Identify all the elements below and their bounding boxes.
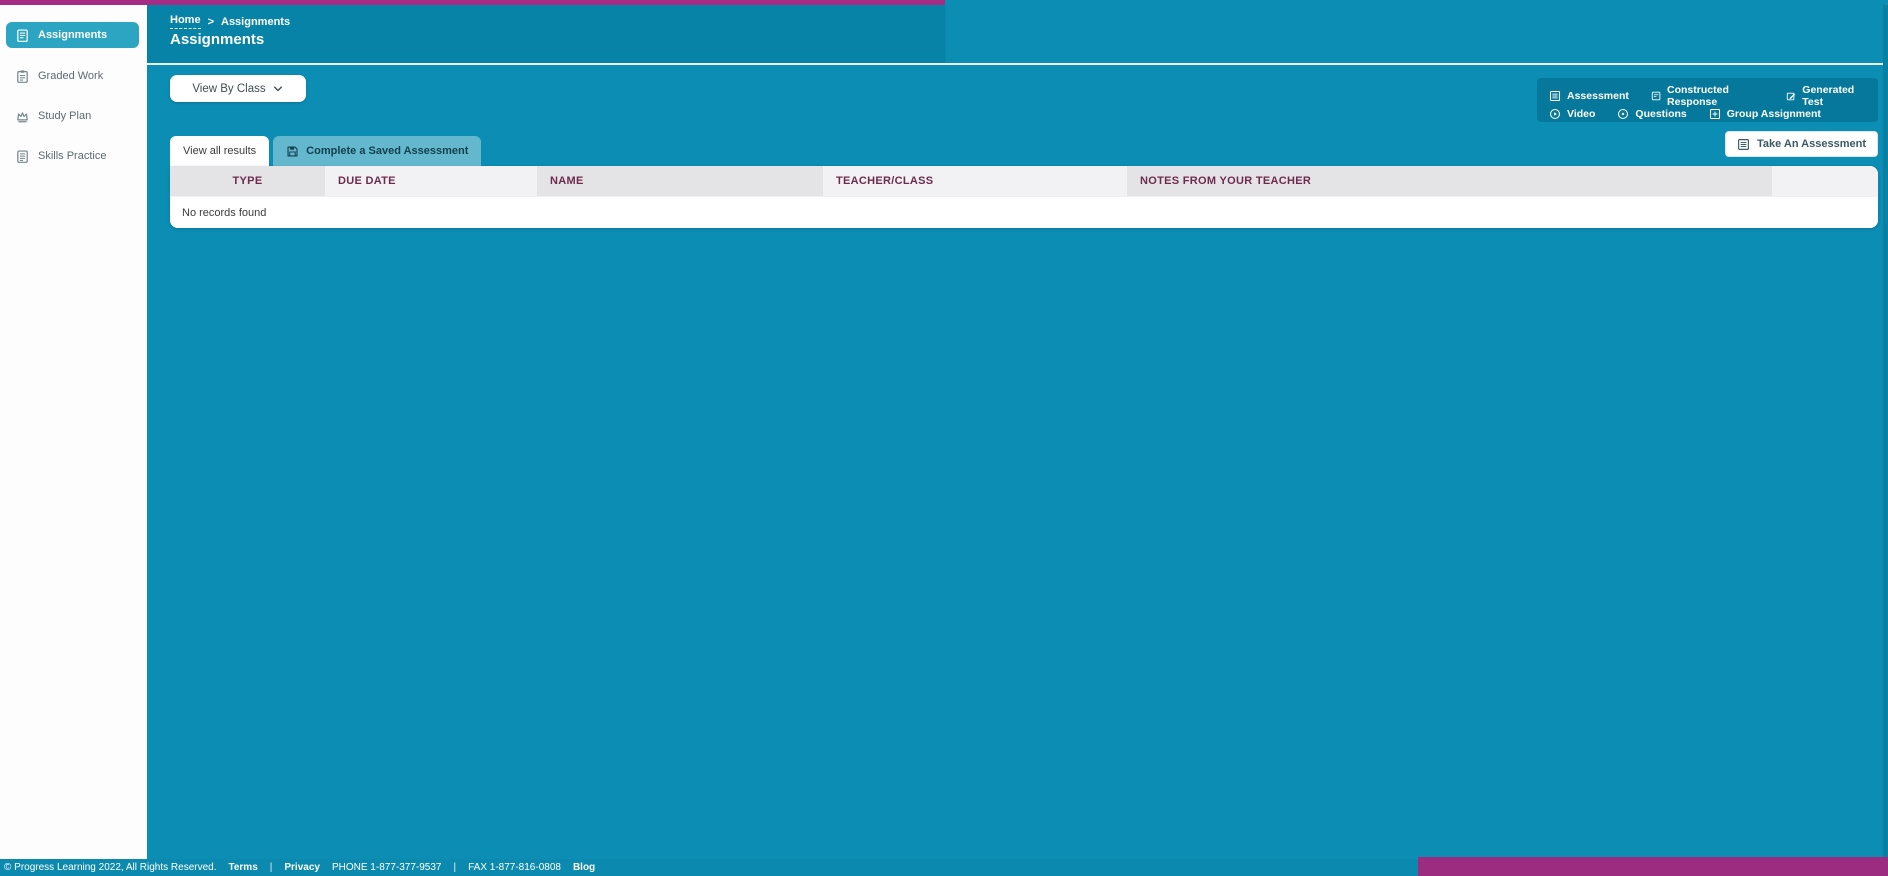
- bottom-accent-bar: [1418, 857, 1888, 876]
- skills-practice-icon: [15, 149, 30, 164]
- tab-label: Complete a Saved Assessment: [306, 145, 469, 157]
- legend-label: Constructed Response: [1667, 84, 1729, 108]
- top-accent-bar: [0, 0, 945, 5]
- main-content: Home > Assignments Assignments View By C…: [147, 5, 1888, 859]
- legend-label: Group Assignment: [1726, 108, 1821, 120]
- legend-item-questions: Questions: [1617, 108, 1687, 120]
- save-icon: [286, 145, 299, 158]
- breadcrumb-separator: >: [207, 15, 214, 28]
- footer-separator: |: [453, 862, 457, 873]
- assignments-icon: [15, 28, 30, 43]
- video-icon: [1549, 108, 1561, 120]
- sidebar: Assignments Graded Work Study Plan Skill…: [0, 5, 147, 859]
- view-by-class-button[interactable]: View By Class: [170, 75, 306, 102]
- questions-icon: [1617, 108, 1629, 120]
- sidebar-item-label: Assignments: [38, 29, 108, 41]
- tab-complete-saved-assessment[interactable]: Complete a Saved Assessment: [273, 136, 482, 166]
- legend-item-video: Video: [1549, 108, 1595, 120]
- legend-label: Questions: [1635, 108, 1687, 120]
- legend-item-generated-test: Generated Test: [1786, 84, 1866, 108]
- sidebar-item-label: Skills Practice: [38, 150, 107, 162]
- assignments-table: TYPE DUE DATE NAME TEACHER/CLASS NOTES F…: [170, 166, 1878, 228]
- copyright-text: © Progress Learning 2022, All Rights Res…: [4, 862, 217, 873]
- empty-state-message: No records found: [182, 206, 267, 219]
- column-header-name: NAME: [537, 166, 823, 196]
- study-plan-icon: [15, 109, 30, 124]
- legend-row: Video Questions Group Assignment: [1549, 108, 1866, 120]
- phone-text: PHONE 1-877-377-9537: [331, 862, 442, 873]
- legend-item-constructed-response: Constructed Response: [1651, 84, 1764, 108]
- sidebar-item-skills-practice[interactable]: Skills Practice: [6, 143, 139, 169]
- sidebar-item-study-plan[interactable]: Study Plan: [6, 103, 139, 129]
- group-assignment-icon: [1709, 108, 1721, 120]
- view-by-class-label: View By Class: [192, 82, 266, 95]
- table-header-row: TYPE DUE DATE NAME TEACHER/CLASS NOTES F…: [170, 166, 1878, 196]
- footer-separator: |: [269, 862, 273, 873]
- graded-work-icon: [15, 69, 30, 84]
- sidebar-item-label: Study Plan: [38, 110, 92, 122]
- scrollbar[interactable]: [1883, 5, 1888, 859]
- sidebar-item-label: Graded Work: [38, 70, 104, 82]
- blog-link[interactable]: Blog: [573, 862, 595, 873]
- sidebar-item-graded-work[interactable]: Graded Work: [6, 63, 139, 89]
- breadcrumb-home-link[interactable]: Home: [170, 14, 201, 29]
- empty-state-row: No records found: [170, 196, 1878, 228]
- column-header-due-date: DUE DATE: [325, 166, 537, 196]
- column-header-type: TYPE: [170, 166, 325, 196]
- tab-view-all-results[interactable]: View all results: [170, 136, 270, 166]
- sidebar-item-assignments[interactable]: Assignments: [6, 22, 139, 48]
- privacy-link[interactable]: Privacy: [284, 862, 320, 873]
- terms-link[interactable]: Terms: [228, 862, 257, 873]
- assessment-icon: [1549, 90, 1561, 102]
- constructed-response-icon: [1651, 90, 1661, 102]
- column-header-notes: NOTES FROM YOUR TEACHER: [1127, 166, 1772, 196]
- breadcrumb: Home > Assignments: [170, 14, 290, 29]
- take-assessment-button[interactable]: Take An Assessment: [1724, 131, 1878, 157]
- legend-label: Video: [1567, 108, 1596, 120]
- legend-label: Assessment: [1567, 90, 1629, 102]
- legend-label: Generated Test: [1802, 84, 1855, 108]
- chevron-down-icon: [272, 83, 284, 95]
- breadcrumb-current: Assignments: [221, 15, 291, 28]
- take-assessment-icon: [1737, 138, 1750, 151]
- legend-item-assessment: Assessment: [1549, 90, 1629, 102]
- page-header-band: [147, 5, 1888, 63]
- assignment-type-legend: Assessment Constructed Response Generate…: [1537, 78, 1878, 122]
- results-tabs: View all results Complete a Saved Assess…: [170, 136, 482, 166]
- column-header-actions: [1772, 166, 1878, 196]
- page-title: Assignments: [170, 31, 265, 48]
- generated-test-icon: [1786, 90, 1796, 102]
- column-header-teacher-class: TEACHER/CLASS: [823, 166, 1127, 196]
- header-divider: [147, 63, 1888, 65]
- tab-label: View all results: [183, 145, 257, 157]
- legend-row: Assessment Constructed Response Generate…: [1549, 84, 1866, 108]
- fax-text: FAX 1-877-816-0808: [468, 862, 561, 873]
- take-assessment-label: Take An Assessment: [1756, 138, 1866, 150]
- legend-item-group-assignment: Group Assignment: [1709, 108, 1821, 120]
